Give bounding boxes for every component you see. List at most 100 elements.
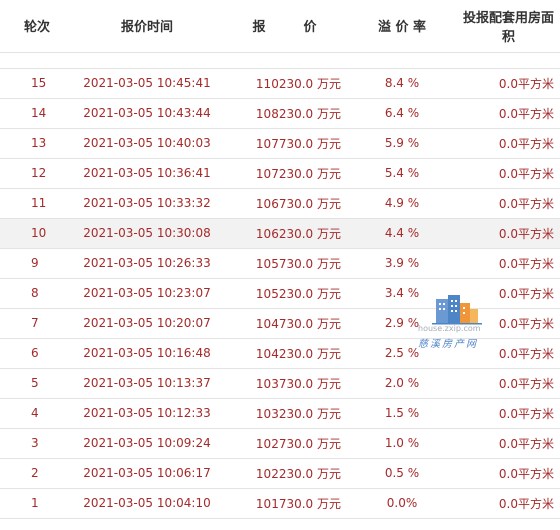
cell-premium: 3.9 %	[347, 248, 457, 279]
cell-price: 104230.0 万元	[222, 338, 347, 369]
cell-area: 0.0平方米	[457, 158, 560, 189]
cell-premium: 1.0 %	[347, 428, 457, 459]
cell-area: 0.0平方米	[457, 248, 560, 279]
cell-time: 2021-03-05 10:40:03	[72, 128, 222, 159]
column-header-price: 报价	[222, 0, 347, 53]
cell-time: 2021-03-05 10:09:24	[72, 428, 222, 459]
table-row: 2 2021-03-05 10:06:17 102230.0 万元 0.5 % 0.0平…	[0, 458, 560, 489]
table-row: 12 2021-03-05 10:36:41 107230.0 万元 5.4 % 0.0…	[0, 158, 560, 189]
cell-round: 11	[0, 188, 72, 219]
cell-round: 4	[0, 398, 72, 429]
cell-price: 105230.0 万元	[222, 278, 347, 309]
bid-results-page: 轮次 报价时间 报价 溢 价 率 投报配套用房面积 15 2021-03-05 1…	[0, 0, 560, 530]
cell-area: 0.0平方米	[457, 278, 560, 309]
cell-premium: 0.0%	[347, 488, 457, 519]
cell-time: 2021-03-05 10:16:48	[72, 338, 222, 369]
cell-time: 2021-03-05 10:43:44	[72, 98, 222, 129]
cell-area: 0.0平方米	[457, 338, 560, 369]
cell-time: 2021-03-05 10:36:41	[72, 158, 222, 189]
cell-time: 2021-03-05 10:04:10	[72, 488, 222, 519]
table-row: 5 2021-03-05 10:13:37 103730.0 万元 2.0 % 0.0平…	[0, 368, 560, 399]
cell-area: 0.0平方米	[457, 368, 560, 399]
cell-premium: 5.4 %	[347, 158, 457, 189]
table-row: 3 2021-03-05 10:09:24 102730.0 万元 1.0 % 0.0平…	[0, 428, 560, 459]
column-header-area: 投报配套用房面积	[457, 0, 560, 53]
header-row: 轮次 报价时间 报价 溢 价 率 投报配套用房面积	[0, 0, 560, 53]
cell-area: 0.0平方米	[457, 488, 560, 519]
column-header-price-right: 价	[303, 20, 317, 36]
cell-time: 2021-03-05 10:20:07	[72, 308, 222, 339]
spacer-row	[0, 52, 560, 69]
cell-round: 15	[0, 68, 72, 99]
table-row: 11 2021-03-05 10:33:32 106730.0 万元 4.9 % 0.0…	[0, 188, 560, 219]
cell-price: 107230.0 万元	[222, 158, 347, 189]
cell-area: 0.0平方米	[457, 68, 560, 99]
cell-price: 107730.0 万元	[222, 128, 347, 159]
table-body: 15 2021-03-05 10:45:41 110230.0 万元 8.4 % 0.0…	[0, 52, 560, 519]
cell-area: 0.0平方米	[457, 98, 560, 129]
cell-round: 8	[0, 278, 72, 309]
cell-area: 0.0平方米	[457, 128, 560, 159]
cell-price: 103730.0 万元	[222, 368, 347, 399]
cell-area: 0.0平方米	[457, 428, 560, 459]
cell-price: 105730.0 万元	[222, 248, 347, 279]
cell-round: 9	[0, 248, 72, 279]
cell-area: 0.0平方米	[457, 218, 560, 249]
cell-premium: 2.9 %	[347, 308, 457, 339]
cell-round: 13	[0, 128, 72, 159]
cell-price: 108230.0 万元	[222, 98, 347, 129]
cell-price: 102230.0 万元	[222, 458, 347, 489]
cell-price: 102730.0 万元	[222, 428, 347, 459]
cell-premium: 6.4 %	[347, 98, 457, 129]
cell-area: 0.0平方米	[457, 188, 560, 219]
cell-price: 106230.0 万元	[222, 218, 347, 249]
cell-price: 101730.0 万元	[222, 488, 347, 519]
cell-time: 2021-03-05 10:12:33	[72, 398, 222, 429]
cell-price: 110230.0 万元	[222, 68, 347, 99]
cell-round: 14	[0, 98, 72, 129]
cell-round: 12	[0, 158, 72, 189]
cell-area: 0.0平方米	[457, 308, 560, 339]
table-row: 13 2021-03-05 10:40:03 107730.0 万元 5.9 % 0.0…	[0, 128, 560, 159]
table-header: 轮次 报价时间 报价 溢 价 率 投报配套用房面积	[0, 0, 560, 53]
table-row: 4 2021-03-05 10:12:33 103230.0 万元 1.5 % 0.0平…	[0, 398, 560, 429]
cell-premium: 0.5 %	[347, 458, 457, 489]
cell-premium: 2.0 %	[347, 368, 457, 399]
table-row: 10 2021-03-05 10:30:08 106230.0 万元 4.4 % 0.0…	[0, 218, 560, 249]
cell-premium: 2.5 %	[347, 338, 457, 369]
cell-round: 2	[0, 458, 72, 489]
cell-area: 0.0平方米	[457, 398, 560, 429]
cell-area: 0.0平方米	[457, 458, 560, 489]
cell-round: 5	[0, 368, 72, 399]
cell-round: 6	[0, 338, 72, 369]
cell-time: 2021-03-05 10:30:08	[72, 218, 222, 249]
cell-premium: 3.4 %	[347, 278, 457, 309]
cell-premium: 1.5 %	[347, 398, 457, 429]
column-header-time: 报价时间	[72, 0, 222, 53]
cell-premium: 5.9 %	[347, 128, 457, 159]
cell-price: 106730.0 万元	[222, 188, 347, 219]
table-row: 15 2021-03-05 10:45:41 110230.0 万元 8.4 % 0.0…	[0, 68, 560, 99]
cell-price: 104730.0 万元	[222, 308, 347, 339]
cell-premium: 8.4 %	[347, 68, 457, 99]
table-row: 8 2021-03-05 10:23:07 105230.0 万元 3.4 % 0.0平…	[0, 278, 560, 309]
cell-time: 2021-03-05 10:13:37	[72, 368, 222, 399]
cell-round: 1	[0, 488, 72, 519]
cell-time: 2021-03-05 10:45:41	[72, 68, 222, 99]
cell-time: 2021-03-05 10:23:07	[72, 278, 222, 309]
cell-time: 2021-03-05 10:33:32	[72, 188, 222, 219]
cell-premium: 4.4 %	[347, 218, 457, 249]
cell-round: 10	[0, 218, 72, 249]
table-row: 9 2021-03-05 10:26:33 105730.0 万元 3.9 % 0.0平…	[0, 248, 560, 279]
cell-time: 2021-03-05 10:06:17	[72, 458, 222, 489]
table-row: 6 2021-03-05 10:16:48 104230.0 万元 2.5 % 0.0平…	[0, 338, 560, 369]
column-header-round: 轮次	[0, 0, 72, 53]
cell-premium: 4.9 %	[347, 188, 457, 219]
column-header-premium: 溢 价 率	[347, 0, 457, 53]
bid-results-table: 轮次 报价时间 报价 溢 价 率 投报配套用房面积 15 2021-03-05 1…	[0, 0, 560, 519]
table-row: 14 2021-03-05 10:43:44 108230.0 万元 6.4 % 0.0…	[0, 98, 560, 129]
column-header-price-left: 报	[252, 20, 266, 36]
cell-round: 7	[0, 308, 72, 339]
cell-time: 2021-03-05 10:26:33	[72, 248, 222, 279]
table-row: 1 2021-03-05 10:04:10 101730.0 万元 0.0% 0.0平方…	[0, 488, 560, 519]
